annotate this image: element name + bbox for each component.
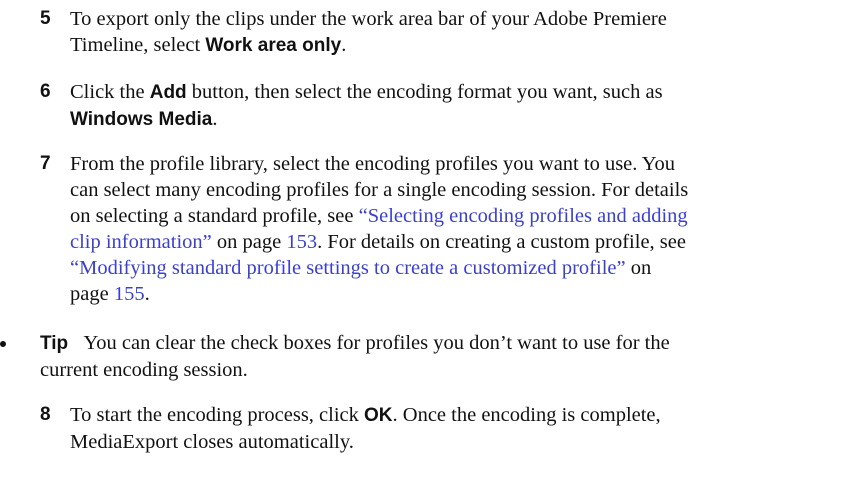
step-line: MediaExport closes automatically. (70, 431, 354, 453)
step-line: clip information” on page 153. For detai… (70, 229, 845, 255)
step-number: 8 (40, 404, 51, 425)
step-line: Timeline, select Work area only. (70, 32, 845, 59)
step-number: 6 (40, 81, 51, 102)
step-line: To export only the clips under the work … (70, 8, 667, 30)
step-number: 7 (40, 153, 51, 174)
step-8: 8 To start the encoding process, click O… (40, 402, 845, 455)
step-6: 6 Click the Add button, then select the … (40, 79, 845, 133)
step-5: 5 To export only the clips under the wor… (40, 6, 845, 59)
text-run: To start the encoding process, click (70, 404, 365, 426)
step-line: on selecting a standard profile, see “Se… (70, 203, 845, 229)
text-run: on selecting a standard profile, see (70, 205, 359, 227)
step-number: 5 (40, 8, 51, 29)
step-text: To start the encoding process, click OK.… (70, 402, 845, 455)
text-run: . Once the encoding is complete, (392, 404, 661, 426)
text-run: You can clear the check boxes for profil… (83, 332, 670, 354)
tip-line: Tip You can clear the check boxes for pr… (40, 330, 845, 357)
tip-note: Tip You can clear the check boxes for pr… (0, 330, 845, 383)
link-selecting-encoding-profiles-cont[interactable]: clip information” (70, 231, 212, 253)
page-link-155[interactable]: 155 (114, 283, 145, 305)
step-line: “Modifying standard profile settings to … (70, 255, 845, 281)
text-run: . (212, 108, 218, 130)
step-text: To export only the clips under the work … (70, 6, 845, 59)
text-run: on page (211, 231, 287, 253)
step-line: page 155. (70, 281, 845, 307)
text-run: . (341, 34, 347, 56)
tip-line: current encoding session. (40, 359, 248, 381)
text-run: . (144, 283, 150, 305)
ui-term-work-area-only: Work area only (205, 35, 342, 56)
step-7: 7 From the profile library, select the e… (40, 151, 845, 307)
step-line: Click the Add button, then select the en… (70, 79, 845, 106)
text-run: on (625, 257, 652, 279)
step-text: From the profile library, select the enc… (70, 151, 845, 307)
link-selecting-encoding-profiles[interactable]: “Selecting encoding profiles and adding (359, 205, 688, 227)
step-line: To start the encoding process, click OK.… (70, 402, 845, 429)
text-run: page (70, 283, 114, 305)
ui-term-windows-media: Windows Media (70, 109, 213, 130)
step-line: can select many encoding profiles for a … (70, 179, 689, 201)
text-run: Click the (70, 81, 150, 103)
step-line: Windows Media. (70, 106, 845, 133)
bullet-icon (0, 341, 6, 347)
step-line: From the profile library, select the enc… (70, 153, 676, 175)
ui-term-ok: OK (364, 405, 393, 426)
text-run: . For details on creating a custom profi… (317, 231, 686, 253)
link-modifying-standard-profile[interactable]: “Modifying standard profile settings to … (70, 257, 626, 279)
page-link-153[interactable]: 153 (286, 231, 317, 253)
text-run: button, then select the encoding format … (186, 81, 663, 103)
text-run: Timeline, select (70, 34, 206, 56)
tip-label: Tip (40, 333, 69, 354)
step-text: Click the Add button, then select the en… (70, 79, 845, 133)
ui-term-add: Add (149, 82, 187, 103)
